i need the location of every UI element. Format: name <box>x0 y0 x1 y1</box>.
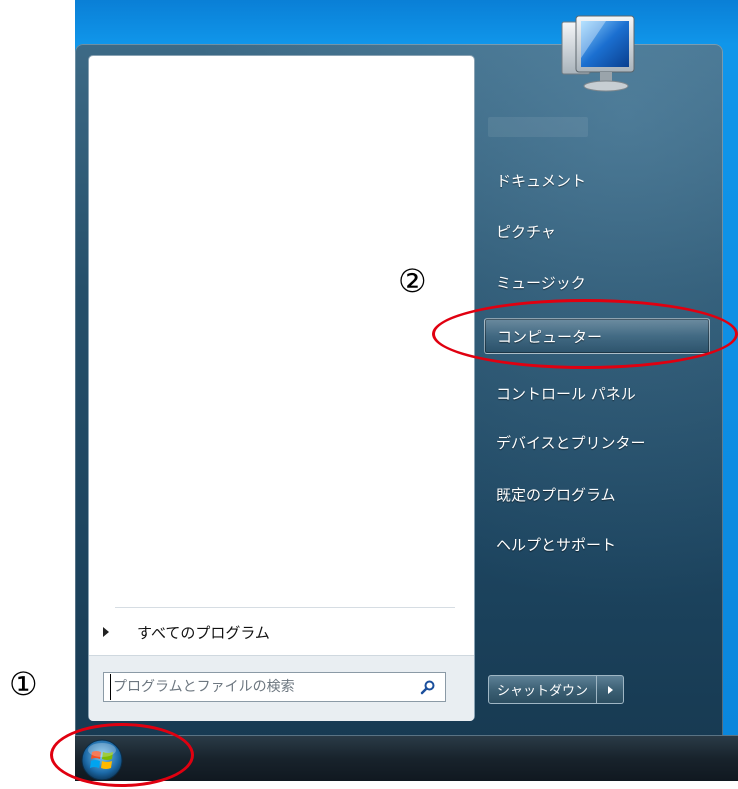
right-item-default-programs[interactable]: 既定のプログラム <box>484 476 710 512</box>
right-item-label: ピクチャ <box>496 222 556 241</box>
annotation-step-2: ② <box>398 262 427 300</box>
right-item-help-support[interactable]: ヘルプとサポート <box>484 526 710 562</box>
taskbar <box>75 735 738 781</box>
all-programs-arrow-icon <box>103 627 109 637</box>
right-item-music[interactable]: ミュージック <box>484 264 710 300</box>
search-box[interactable] <box>103 672 446 702</box>
shutdown-group: シャットダウン <box>488 675 625 704</box>
right-item-control-panel[interactable]: コントロール パネル <box>484 375 710 411</box>
right-item-pictures[interactable]: ピクチャ <box>484 213 710 249</box>
shutdown-arrow-icon <box>608 685 614 694</box>
all-programs-label: すべてのプログラム <box>137 623 270 642</box>
user-name[interactable] <box>488 117 588 137</box>
windows-start-orb-icon[interactable] <box>80 738 124 782</box>
divider <box>115 607 455 608</box>
computer-icon <box>548 8 642 98</box>
right-item-label: 既定のプログラム <box>496 485 616 504</box>
right-item-label: ドキュメント <box>496 171 587 190</box>
right-item-label: コントロール パネル <box>496 384 636 403</box>
right-item-label: デバイスとプリンター <box>496 433 646 452</box>
right-item-computer[interactable]: コンピューター <box>484 318 710 354</box>
all-programs-button[interactable]: すべてのプログラム <box>103 620 270 644</box>
shutdown-label: シャットダウン <box>497 684 589 699</box>
search-input[interactable] <box>110 674 417 700</box>
shutdown-button[interactable]: シャットダウン <box>488 675 598 704</box>
shutdown-options-button[interactable] <box>597 675 625 704</box>
search-icon[interactable] <box>417 676 439 698</box>
right-item-documents[interactable]: ドキュメント <box>484 162 710 198</box>
annotation-step-1: ① <box>9 665 38 703</box>
right-item-devices-printers[interactable]: デバイスとプリンター <box>484 424 710 460</box>
right-item-label: ヘルプとサポート <box>496 535 617 554</box>
right-item-label: ミュージック <box>496 273 586 292</box>
right-item-label: コンピューター <box>497 327 603 346</box>
